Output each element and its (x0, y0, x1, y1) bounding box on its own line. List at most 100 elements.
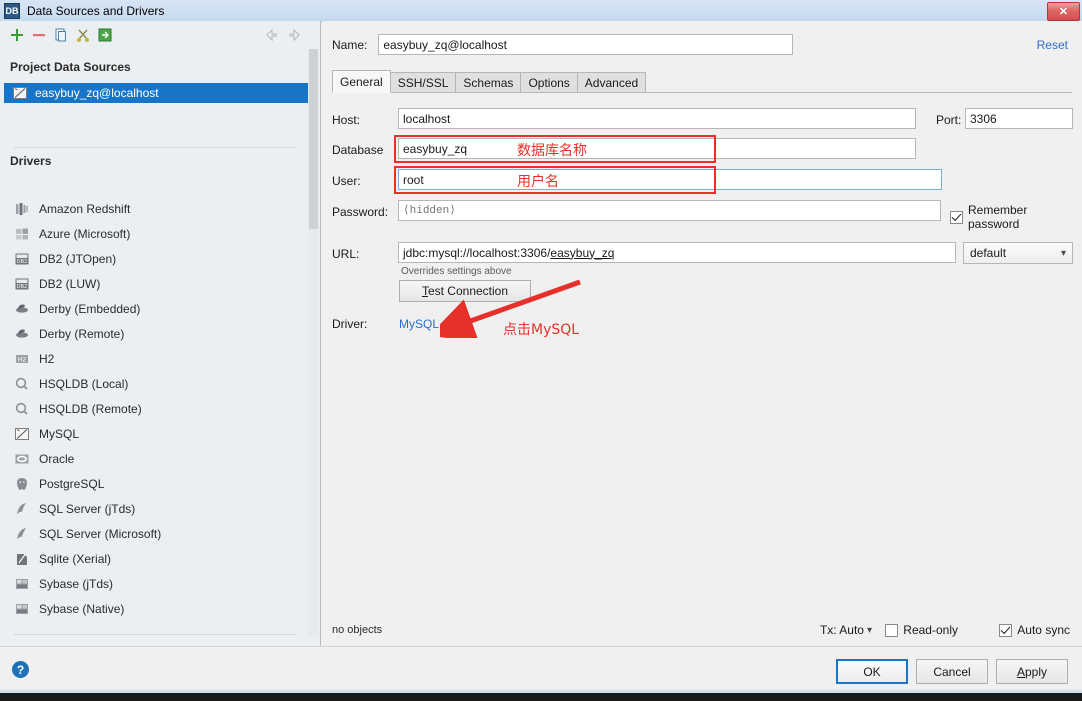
driver-item-sql-server-microsoft[interactable]: SQL Server (Microsoft) (0, 521, 308, 546)
tab-underline (332, 92, 1072, 93)
db2-icon: DB2 (15, 278, 29, 290)
tab-ssh-ssl[interactable]: SSH/SSL (389, 72, 457, 93)
checkbox-box (885, 623, 899, 637)
driver-item-mysql[interactable]: MySQL (0, 421, 308, 446)
name-input[interactable] (378, 34, 794, 55)
sidebar-scrollbar[interactable] (308, 49, 319, 637)
database-input[interactable] (398, 138, 916, 159)
driver-label: HSQLDB (Remote) (39, 401, 142, 416)
password-label: Password: (332, 205, 389, 219)
name-label: Name: (332, 37, 368, 52)
port-input[interactable] (965, 108, 1073, 129)
tab-general[interactable]: General (332, 70, 391, 93)
sidebar-item-easybuy-zq-localhost[interactable]: easybuy_zq@localhost (4, 83, 308, 103)
sqlite-icon (17, 553, 27, 565)
driver-item-azure-microsoft[interactable]: Azure (Microsoft) (0, 221, 308, 246)
cancel-button[interactable]: Cancel (916, 659, 988, 684)
sybase-icon (16, 578, 28, 589)
auto-sync-label: Auto sync (1017, 623, 1070, 637)
url-database-text: easybuy_zq (550, 245, 615, 260)
mysql-icon (13, 87, 27, 99)
driver-mysql-link[interactable]: MySQL (399, 317, 439, 331)
driver-label: PostgreSQL (39, 476, 105, 491)
drivers-heading: Drivers (10, 154, 52, 168)
checkmark-icon (950, 210, 963, 224)
sidebar-nav (260, 24, 306, 46)
close-icon[interactable]: ✕ (1047, 2, 1080, 21)
driver-item-sql-server-jtds[interactable]: SQL Server (jTds) (0, 496, 308, 521)
driver-item-derby-remote[interactable]: Derby (Remote) (0, 321, 308, 346)
objects-status: no objects (332, 624, 383, 636)
driver-item-derby-embedded[interactable]: Derby (Embedded) (0, 296, 308, 321)
import-icon[interactable] (94, 24, 116, 46)
driver-item-sybase-native[interactable]: Sybase (Native) (0, 596, 308, 621)
tab-schemas[interactable]: Schemas (455, 72, 522, 93)
driver-label: Derby (Embedded) (39, 301, 141, 316)
driver-label: SQL Server (jTds) (39, 501, 136, 516)
chevron-down-icon: ▾ (866, 624, 872, 636)
driver-item-db2-luw[interactable]: DB2 DB2 (LUW) (0, 271, 308, 296)
tab-bar: General SSH/SSL Schemas Options Advanced (332, 70, 647, 93)
sybase-icon (16, 603, 28, 614)
driver-label: SQL Server (Microsoft) (39, 526, 162, 541)
derby-icon (16, 304, 28, 313)
driver-item-hsqldb-local[interactable]: HSQLDB (Local) (0, 371, 308, 396)
remember-password-label: Remember password (968, 203, 1028, 231)
reset-link[interactable]: Reset (1037, 38, 1068, 52)
url-label: URL: (332, 247, 360, 261)
tx-mode-select[interactable]: Tx: Auto ▾ (820, 623, 872, 637)
driver-label: Sybase (jTds) (39, 576, 114, 591)
ok-button[interactable]: OK (836, 659, 908, 684)
mysql-icon (15, 427, 29, 440)
driver-label: DB2 (LUW) (39, 276, 101, 291)
password-input[interactable] (398, 200, 941, 221)
sqlserver-icon (17, 527, 26, 539)
url-input[interactable]: jdbc:mysql://localhost:3306/easybuy_zq (398, 242, 956, 263)
copy-icon[interactable] (50, 24, 72, 46)
left-panel: Project Data Sources easybuy_zq@localhos… (0, 21, 321, 674)
driver-label: Driver: (332, 317, 368, 331)
database-window-icon: DB (4, 2, 20, 19)
azure-icon (16, 228, 28, 239)
project-data-sources-heading: Project Data Sources (10, 60, 131, 74)
url-mode-select[interactable]: default ▾ (963, 242, 1073, 264)
driver-item-oracle[interactable]: Oracle (0, 446, 308, 471)
h2-icon: H2 (16, 354, 28, 363)
sqlserver-icon (17, 502, 26, 514)
user-label: User: (332, 174, 361, 188)
add-button[interactable] (6, 24, 28, 46)
driver-item-sqlite-xerial[interactable]: Sqlite (Xerial) (0, 546, 308, 571)
hsqldb-icon (15, 402, 28, 415)
driver-item-sybase-jtds[interactable]: Sybase (jTds) (0, 571, 308, 596)
auto-sync-checkbox[interactable]: Auto sync (999, 623, 1070, 637)
tab-advanced[interactable]: Advanced (576, 72, 647, 93)
forward-icon[interactable] (284, 24, 306, 46)
port-label: Port: (936, 113, 962, 127)
read-only-checkbox[interactable]: Read-only (885, 623, 958, 637)
sidebar-scrollbar-thumb[interactable] (309, 49, 318, 229)
host-input[interactable] (398, 108, 916, 129)
database-label: Database (332, 143, 384, 157)
driver-item-db2-jtopen[interactable]: DB2 DB2 (JTOpen) (0, 246, 308, 271)
driver-label: Azure (Microsoft) (39, 226, 131, 241)
driver-item-amazon-redshift[interactable]: Amazon Redshift (0, 196, 308, 221)
db2-icon: DB2 (15, 253, 29, 265)
driver-label: Oracle (39, 451, 75, 466)
driver-item-postgresql[interactable]: PostgreSQL (0, 471, 308, 496)
driver-item-hsqldb-remote[interactable]: HSQLDB (Remote) (0, 396, 308, 421)
driver-item-h2[interactable]: H2 H2 (0, 346, 308, 371)
footer-buttons: OK Cancel Apply (836, 659, 1068, 684)
tab-options[interactable]: Options (520, 72, 578, 93)
help-icon[interactable]: ? (12, 661, 29, 678)
remember-password-checkbox[interactable]: Remember password (950, 203, 1082, 231)
hsqldb-icon (15, 377, 28, 390)
data-sources-and-drivers-dialog: DB Data Sources and Drivers ✕ Project Da… (0, 0, 1082, 701)
oracle-icon (15, 454, 29, 463)
apply-button[interactable]: Apply (996, 659, 1068, 684)
apply-label: Apply (1016, 664, 1048, 679)
remove-button[interactable] (28, 24, 50, 46)
scissors-icon[interactable] (72, 24, 94, 46)
driver-label: Amazon Redshift (39, 201, 131, 216)
user-input[interactable] (398, 169, 942, 190)
back-icon[interactable] (260, 24, 282, 46)
